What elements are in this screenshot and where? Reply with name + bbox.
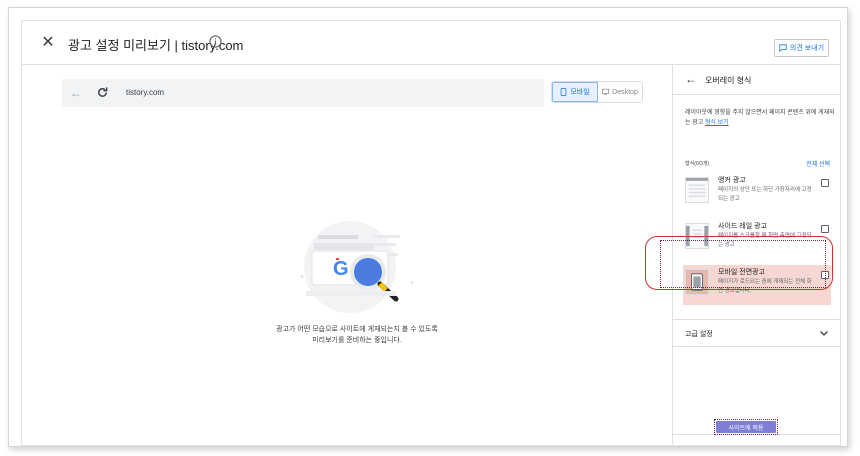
panel-header: ← 오버레이 형식: [673, 65, 841, 95]
preview-dialog: ✕ 광고 설정 미리보기 | tistory.com 의견 보내기 ← tist…: [21, 20, 841, 446]
highlight-dots: [660, 240, 826, 288]
chevron-down-icon[interactable]: [819, 328, 829, 338]
format-checkbox[interactable]: [821, 225, 829, 233]
panel-description: 레이아웃에 영향을 주지 않으면서 페이지 콘텐츠 위에 게재되는 광고 형식 …: [685, 108, 835, 128]
feedback-label: 의견 보내기: [789, 45, 825, 52]
svg-text:+: +: [410, 280, 414, 287]
browser-bar: ← tistory.com: [62, 79, 544, 107]
device-desktop-option[interactable]: Desktop: [598, 82, 642, 102]
format-desc: 페이지의 상단 또는 하단 가장자리에 고정되는 광고: [718, 187, 812, 202]
feedback-button[interactable]: 의견 보내기: [774, 39, 829, 57]
svg-text:G: G: [333, 258, 349, 280]
feedback-icon: [779, 44, 787, 52]
format-title: 앵커 광고: [718, 177, 746, 184]
device-mobile-option[interactable]: 모바일: [552, 82, 598, 102]
dialog-header: ✕ 광고 설정 미리보기 | tistory.com 의견 보내기: [22, 21, 840, 65]
advanced-settings[interactable]: 고급 설정: [673, 319, 841, 347]
anchor-ad-icon: [685, 177, 709, 203]
panel-back-icon[interactable]: ←: [685, 73, 697, 85]
format-title: 사이드 레일 광고: [718, 223, 767, 230]
device-desktop-label: Desktop: [612, 88, 638, 96]
svg-text:+: +: [300, 274, 304, 281]
format-view-link[interactable]: 형식 보기: [705, 120, 729, 126]
format-item-anchor[interactable]: 앵커 광고 페이지의 상단 또는 하단 가장자리에 고정되는 광고: [683, 173, 831, 211]
device-toggle: 모바일 Desktop: [551, 81, 643, 103]
browser-back-icon[interactable]: ←: [70, 87, 82, 99]
loading-message: 광고가 어떤 모습으로 사이트에 게재되는지 볼 수 있도록 미리보기를 준비하…: [276, 326, 438, 344]
format-checkbox[interactable]: [821, 179, 829, 187]
reload-icon[interactable]: [96, 86, 109, 99]
desktop-icon: [602, 88, 610, 95]
apply-button-dots: [714, 419, 778, 435]
select-all-link[interactable]: 전체 선택: [806, 159, 830, 168]
google-search-illustration: G + +: [300, 221, 414, 313]
advanced-settings-label: 고급 설정: [685, 331, 713, 338]
device-mobile-label: 모바일: [570, 89, 590, 96]
info-icon[interactable]: [209, 35, 222, 48]
close-icon[interactable]: ✕: [40, 35, 56, 51]
mobile-icon: [561, 88, 567, 96]
panel-footer: [673, 434, 841, 446]
format-count: 형식(0/3개): [685, 161, 710, 167]
panel-title: 오버레이 형식: [705, 76, 752, 85]
window-frame: ✕ 광고 설정 미리보기 | tistory.com 의견 보내기 ← tist…: [8, 7, 848, 447]
url-text: tistory.com: [126, 88, 165, 97]
